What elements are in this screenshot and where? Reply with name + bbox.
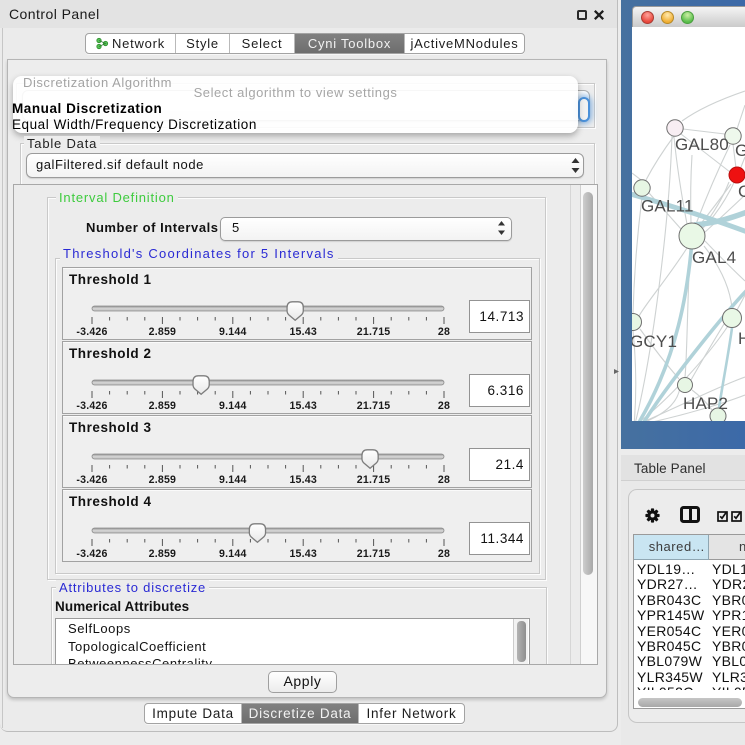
- svg-text:GCY1: GCY1: [632, 332, 677, 351]
- svg-text:28: 28: [438, 548, 450, 560]
- svg-text:-3.426: -3.426: [76, 548, 107, 560]
- svg-text:9.144: 9.144: [219, 326, 247, 338]
- svg-text:9.144: 9.144: [219, 548, 247, 560]
- svg-text:9.144: 9.144: [219, 474, 247, 486]
- svg-text:GAL4: GAL4: [692, 248, 736, 267]
- svg-text:-3.426: -3.426: [76, 326, 107, 338]
- svg-text:21.715: 21.715: [357, 548, 391, 560]
- svg-text:2.859: 2.859: [149, 400, 177, 412]
- svg-text:15.43: 15.43: [289, 400, 317, 412]
- svg-text:28: 28: [438, 474, 450, 486]
- svg-text:15.43: 15.43: [289, 548, 317, 560]
- svg-text:-3.426: -3.426: [76, 474, 107, 486]
- svg-text:9.144: 9.144: [219, 400, 247, 412]
- svg-text:GAL11: GAL11: [641, 197, 694, 216]
- svg-text:2.859: 2.859: [149, 548, 177, 560]
- svg-text:H: H: [738, 329, 745, 348]
- svg-text:15.43: 15.43: [289, 474, 317, 486]
- svg-text:28: 28: [438, 326, 450, 338]
- svg-text:C: C: [738, 182, 745, 201]
- svg-text:G…: G…: [735, 141, 745, 160]
- svg-text:15.43: 15.43: [289, 326, 317, 338]
- svg-text:28: 28: [438, 400, 450, 412]
- svg-text:21.715: 21.715: [357, 474, 391, 486]
- svg-text:-3.426: -3.426: [76, 400, 107, 412]
- svg-text:HAP2: HAP2: [683, 394, 728, 413]
- svg-text:21.715: 21.715: [357, 326, 391, 338]
- svg-text:2.859: 2.859: [149, 474, 177, 486]
- svg-text:2.859: 2.859: [149, 326, 177, 338]
- svg-text:GAL80: GAL80: [675, 135, 729, 154]
- svg-text:21.715: 21.715: [357, 400, 391, 412]
